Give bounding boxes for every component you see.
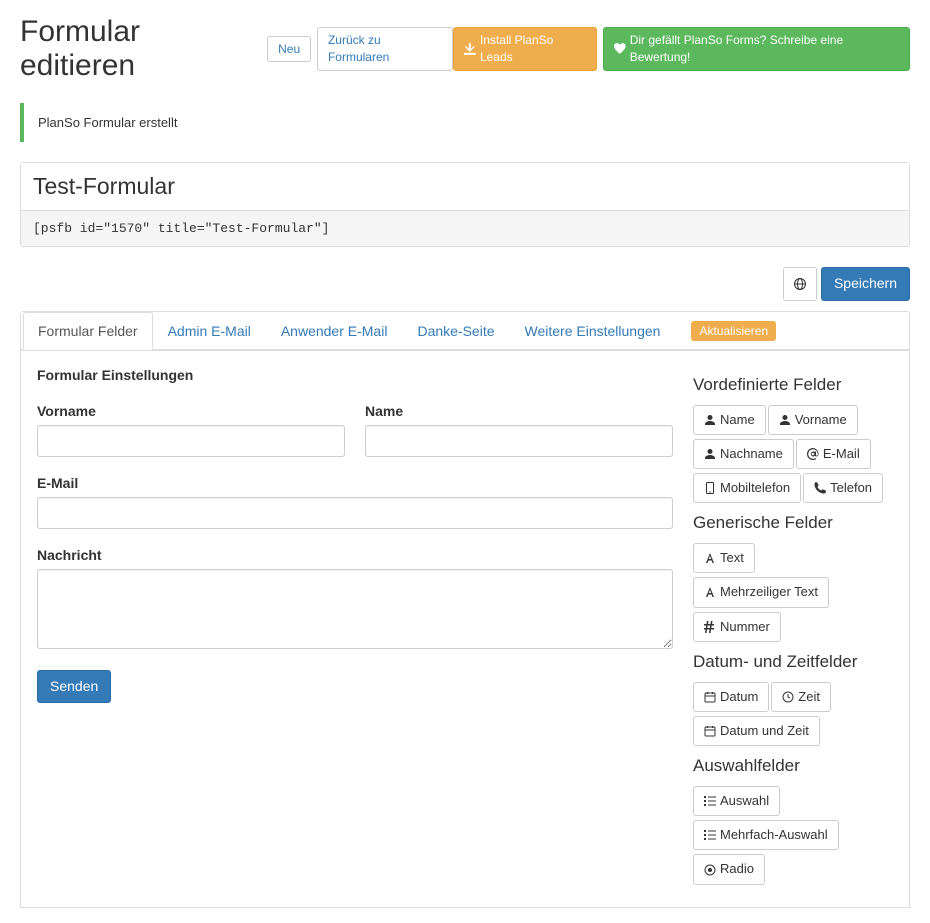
at-icon <box>807 448 819 460</box>
label-nachricht: Nachricht <box>37 547 673 563</box>
field-select[interactable]: Auswahl <box>693 786 780 816</box>
font-icon <box>704 552 716 564</box>
field-nachname[interactable]: Nachname <box>693 439 794 469</box>
field-phone[interactable]: Telefon <box>803 473 883 503</box>
user-icon <box>779 414 791 426</box>
radio-icon <box>704 864 716 876</box>
hash-icon <box>704 621 716 633</box>
save-button[interactable]: Speichern <box>821 267 910 301</box>
tabs-nav: Formular Felder Admin E-Mail Anwender E-… <box>21 312 909 350</box>
input-nachricht[interactable] <box>37 569 673 649</box>
form-info-panel: Test-Formular [psfb id="1570" title="Tes… <box>20 162 910 247</box>
list-icon <box>704 829 716 841</box>
label-email: E-Mail <box>37 475 673 491</box>
new-button[interactable]: Neu <box>267 36 311 63</box>
language-button[interactable] <box>783 267 817 301</box>
label-name: Name <box>365 403 673 419</box>
phone-icon <box>814 482 826 494</box>
field-vorname[interactable]: Vorname <box>768 405 858 435</box>
field-text[interactable]: Text <box>693 543 755 573</box>
back-button[interactable]: Zurück zu Formularen <box>317 27 453 71</box>
install-leads-button[interactable]: Install PlanSo Leads <box>453 27 597 71</box>
user-icon <box>704 414 716 426</box>
submit-button[interactable]: Senden <box>37 670 111 704</box>
download-icon <box>464 43 476 55</box>
tab-thankyou[interactable]: Danke-Seite <box>402 312 509 350</box>
calendar-icon <box>704 725 716 737</box>
label-vorname: Vorname <box>37 403 345 419</box>
tab-admin-email[interactable]: Admin E-Mail <box>153 312 266 350</box>
clock-icon <box>782 691 794 703</box>
datetime-heading: Datum- und Zeitfelder <box>693 652 893 672</box>
heart-icon <box>614 43 626 55</box>
generic-heading: Generische Felder <box>693 513 893 533</box>
field-name[interactable]: Name <box>693 405 766 435</box>
settings-heading: Formular Einstellungen <box>37 367 673 383</box>
predefined-heading: Vordefinierte Felder <box>693 375 893 395</box>
review-button[interactable]: Dir gefällt PlanSo Forms? Schreibe eine … <box>603 27 910 71</box>
page-title: Formular editieren <box>20 15 257 83</box>
form-name-heading: Test-Formular <box>21 163 909 211</box>
tab-more-settings[interactable]: Weitere Einstellungen <box>510 312 676 350</box>
font-icon <box>704 586 716 598</box>
tab-fields[interactable]: Formular Felder <box>23 312 153 350</box>
input-vorname[interactable] <box>37 425 345 457</box>
mobile-icon <box>704 482 716 494</box>
field-multiselect[interactable]: Mehrfach-Auswahl <box>693 820 839 850</box>
field-radio[interactable]: Radio <box>693 854 765 884</box>
field-mobile[interactable]: Mobiltelefon <box>693 473 801 503</box>
user-icon <box>704 448 716 460</box>
input-email[interactable] <box>37 497 673 529</box>
selection-heading: Auswahlfelder <box>693 756 893 776</box>
globe-icon <box>794 278 806 290</box>
shortcode-display: [psfb id="1570" title="Test-Formular"] <box>21 211 909 246</box>
field-textarea[interactable]: Mehrzeiliger Text <box>693 577 829 607</box>
list-icon <box>704 795 716 807</box>
tab-user-email[interactable]: Anwender E-Mail <box>266 312 403 350</box>
input-name[interactable] <box>365 425 673 457</box>
field-time[interactable]: Zeit <box>771 682 831 712</box>
field-datetime[interactable]: Datum und Zeit <box>693 716 820 746</box>
field-number[interactable]: Nummer <box>693 612 781 642</box>
field-date[interactable]: Datum <box>693 682 769 712</box>
success-alert: PlanSo Formular erstellt <box>20 103 910 142</box>
update-badge[interactable]: Aktualisieren <box>691 321 776 341</box>
calendar-icon <box>704 691 716 703</box>
field-email[interactable]: E-Mail <box>796 439 871 469</box>
